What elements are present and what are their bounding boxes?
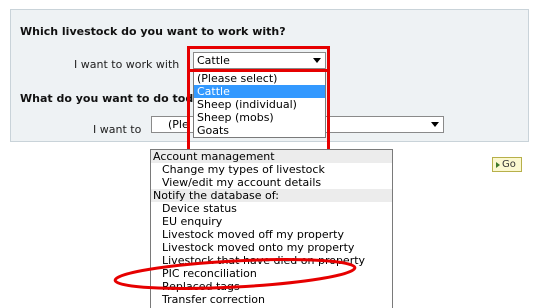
action-label: I want to	[93, 123, 142, 136]
action-option[interactable]: Transfer correction	[151, 293, 392, 306]
action-option[interactable]: Livestock moved off my property	[151, 228, 392, 241]
action-option[interactable]: Livestock moved onto my property	[151, 241, 392, 254]
livestock-label: I want to work with	[74, 58, 180, 71]
play-arrow-icon	[496, 161, 500, 168]
highlight-dropdown-annotation	[187, 69, 330, 154]
action-option[interactable]: Change my types of livestock	[151, 163, 392, 176]
highlight-ellipse-annotation	[113, 258, 357, 290]
go-button-label: Go	[502, 159, 516, 170]
go-button[interactable]: Go	[492, 157, 522, 172]
action-option[interactable]: EU enquiry	[151, 215, 392, 228]
option-group-label: Notify the database of:	[151, 189, 392, 202]
action-heading: What do you want to do tod	[20, 92, 194, 105]
action-option[interactable]: View/edit my account details	[151, 176, 392, 189]
livestock-heading: Which livestock do you want to work with…	[20, 25, 286, 38]
option-group-label: Account management	[151, 150, 392, 163]
chevron-down-icon	[431, 122, 439, 127]
action-select-value: (Ple	[168, 118, 189, 131]
action-option[interactable]: Device status	[151, 202, 392, 215]
